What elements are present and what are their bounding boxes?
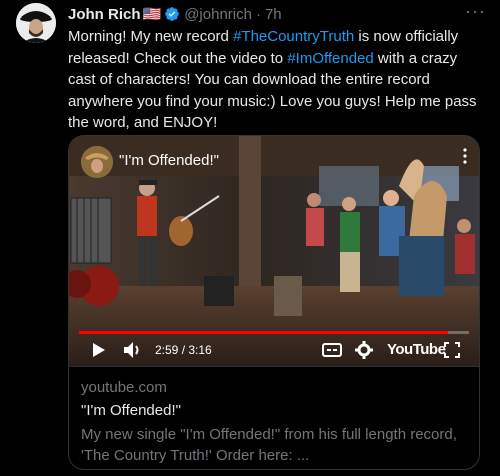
captions-icon[interactable] [321, 336, 343, 364]
card-title: "I'm Offended!" [81, 402, 181, 419]
video-progress-fill [79, 331, 448, 334]
card-description: My new single "I'm Offended!" from his f… [81, 426, 457, 464]
video-player[interactable]: "I'm Offended!" 2:59 / 3:16 YouTube [69, 136, 479, 366]
hashtag-link[interactable]: #ImOffended [287, 50, 373, 67]
author-handle[interactable]: @johnrich [184, 6, 252, 23]
more-options-icon[interactable]: ··· [465, 2, 486, 20]
author-name[interactable]: John Rich [68, 6, 141, 23]
settings-gear-icon[interactable] [353, 336, 375, 364]
channel-avatar[interactable] [81, 146, 113, 178]
post-text-part: Morning! My new record [68, 28, 234, 45]
verified-badge-icon [165, 7, 180, 21]
current-time: 2:59 [155, 343, 179, 357]
link-card[interactable]: "I'm Offended!" 2:59 / 3:16 YouTube yout… [68, 135, 480, 470]
youtube-logo[interactable]: YouTube [387, 341, 446, 358]
card-domain: youtube.com [81, 379, 167, 396]
fullscreen-icon[interactable] [441, 336, 463, 364]
separator-dot: · [255, 5, 261, 23]
card-info[interactable]: youtube.com "I'm Offended!" My new singl… [69, 366, 479, 469]
post-timestamp[interactable]: 7h [265, 6, 282, 23]
video-progress-track[interactable] [79, 331, 469, 334]
time-separator: / [178, 343, 189, 357]
play-icon[interactable] [89, 336, 109, 364]
us-flag-emoji: 🇺🇸 [142, 6, 162, 23]
video-title[interactable]: "I'm Offended!" [119, 152, 219, 169]
video-menu-icon[interactable] [463, 148, 467, 164]
video-timecode: 2:59 / 3:16 [155, 343, 212, 357]
author-avatar[interactable] [16, 3, 56, 43]
post-text: Morning! My new record #TheCountryTruth … [68, 26, 486, 134]
duration: 3:16 [188, 343, 212, 357]
video-controls: 2:59 / 3:16 YouTube [69, 336, 479, 364]
volume-icon[interactable] [121, 336, 145, 364]
hashtag-link[interactable]: #TheCountryTruth [233, 28, 354, 45]
post-header: John Rich 🇺🇸 @johnrich · 7h [68, 4, 282, 24]
